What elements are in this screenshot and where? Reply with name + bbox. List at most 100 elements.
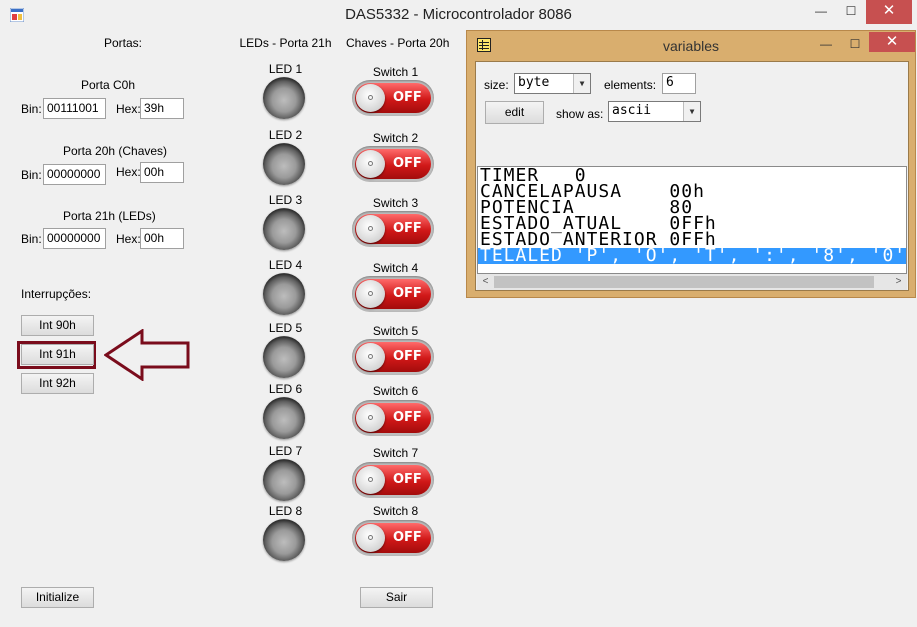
switches-heading: Chaves - Porta 20h — [346, 36, 450, 50]
port-21-hex-field[interactable]: 00h — [140, 228, 184, 249]
edit-button[interactable]: edit — [485, 101, 544, 124]
chevron-down-icon: ▼ — [573, 74, 590, 93]
led-label: LED 2 — [268, 128, 303, 142]
variables-close-button[interactable]: ✕ — [869, 32, 915, 52]
switch-dot-icon — [368, 477, 373, 482]
variables-list[interactable]: TIMER 0 CANCELAPAUSA 00h POTENCIA 80 ESTADO… — [477, 166, 907, 274]
elements-label: elements: — [604, 78, 657, 92]
switch-knob — [356, 215, 385, 243]
switch-state: OFF — [393, 90, 422, 105]
led-label: LED 5 — [268, 321, 303, 335]
variables-body: size: byte ▼ elements: 6 edit show as: a… — [475, 61, 909, 291]
port-20-hex-field[interactable]: 00h — [140, 162, 184, 183]
switch-label: Switch 3 — [372, 196, 419, 210]
scrollbar-thumb[interactable] — [494, 276, 874, 288]
int-92h-button[interactable]: Int 92h — [21, 373, 94, 394]
switch-state: OFF — [393, 349, 422, 364]
switch-track: OFF — [355, 149, 431, 179]
toggle-switch[interactable]: OFF — [352, 211, 434, 247]
horizontal-scrollbar[interactable]: < > — [477, 274, 907, 290]
switch-track: OFF — [355, 403, 431, 433]
port-21-bin-label: Bin: — [21, 232, 42, 246]
led-indicator — [263, 397, 305, 439]
switch-label: Switch 1 — [372, 65, 419, 79]
switch-track: OFF — [355, 523, 431, 553]
port-c0-bin-label: Bin: — [21, 102, 42, 116]
led-label: LED 4 — [268, 258, 303, 272]
led-indicator — [263, 77, 305, 119]
variables-maximize-button[interactable]: ☐ — [841, 33, 869, 57]
switch-track: OFF — [355, 279, 431, 309]
led-label: LED 7 — [268, 444, 303, 458]
switch-track: OFF — [355, 83, 431, 113]
scroll-right-icon[interactable]: > — [890, 274, 907, 290]
led-indicator — [263, 273, 305, 315]
switch-label: Switch 7 — [372, 446, 419, 460]
port-20-hex-label: Hex: — [116, 165, 141, 179]
interrupts-heading: Interrupções: — [21, 287, 92, 301]
port-21-hex-label: Hex: — [116, 232, 141, 246]
switch-dot-icon — [368, 354, 373, 359]
scroll-left-icon[interactable]: < — [477, 274, 494, 290]
port-20-label: Porta 20h (Chaves) — [63, 144, 168, 158]
leds-heading: LEDs - Porta 21h — [239, 36, 332, 50]
switch-label: Switch 6 — [372, 384, 419, 398]
port-20-bin-field[interactable]: 00000000 — [43, 164, 106, 185]
switch-knob — [356, 343, 385, 371]
toggle-switch[interactable]: OFF — [352, 520, 434, 556]
size-select-value: byte — [518, 75, 550, 90]
title-bar: DAS5332 - Microcontrolador 8086 — ☐ ✕ — [0, 0, 917, 30]
switch-knob — [356, 280, 385, 308]
toggle-switch[interactable]: OFF — [352, 462, 434, 498]
maximize-button[interactable]: ☐ — [837, 0, 865, 24]
switch-track: OFF — [355, 465, 431, 495]
switch-dot-icon — [368, 161, 373, 166]
toggle-switch[interactable]: OFF — [352, 339, 434, 375]
switch-state: OFF — [393, 530, 422, 545]
port-21-bin-field[interactable]: 00000000 — [43, 228, 106, 249]
toggle-switch[interactable]: OFF — [352, 276, 434, 312]
switch-dot-icon — [368, 226, 373, 231]
switch-state: OFF — [393, 472, 422, 487]
switch-dot-icon — [368, 95, 373, 100]
close-button[interactable]: ✕ — [866, 0, 912, 24]
chevron-down-icon: ▼ — [683, 102, 700, 121]
switch-dot-icon — [368, 291, 373, 296]
window-title: DAS5332 - Microcontrolador 8086 — [345, 6, 572, 23]
led-indicator — [263, 336, 305, 378]
switch-knob — [356, 404, 385, 432]
variable-row[interactable]: TELALED 'P', 'O', 'T', ':', '8', '0' — [478, 247, 906, 265]
switch-knob — [356, 84, 385, 112]
switch-dot-icon — [368, 535, 373, 540]
annotation-arrow-icon — [104, 329, 190, 381]
exit-button[interactable]: Sair — [360, 587, 433, 608]
toggle-switch[interactable]: OFF — [352, 146, 434, 182]
switch-knob — [356, 150, 385, 178]
toggle-switch[interactable]: OFF — [352, 400, 434, 436]
switch-label: Switch 5 — [372, 324, 419, 338]
show-as-label: show as: — [556, 107, 604, 121]
toggle-switch[interactable]: OFF — [352, 80, 434, 116]
int-91h-button[interactable]: Int 91h — [21, 344, 94, 365]
minimize-button[interactable]: — — [807, 0, 835, 24]
initialize-button[interactable]: Initialize — [21, 587, 94, 608]
size-select[interactable]: byte ▼ — [514, 73, 591, 94]
port-20-bin-label: Bin: — [21, 168, 42, 182]
port-21-label: Porta 21h (LEDs) — [63, 209, 156, 223]
port-c0-label: Porta C0h — [81, 78, 136, 92]
port-c0-bin-field[interactable]: 00111001 — [43, 98, 106, 119]
switch-state: OFF — [393, 286, 422, 301]
led-indicator — [263, 208, 305, 250]
show-as-select[interactable]: ascii ▼ — [608, 101, 701, 122]
port-c0-hex-field[interactable]: 39h — [140, 98, 184, 119]
led-label: LED 1 — [268, 62, 303, 76]
elements-field[interactable]: 6 — [662, 73, 696, 94]
variables-window: variables — ☐ ✕ size: byte ▼ elements: 6… — [466, 30, 916, 298]
switch-label: Switch 8 — [372, 504, 419, 518]
int-90h-button[interactable]: Int 90h — [21, 315, 94, 336]
switch-state: OFF — [393, 221, 422, 236]
switch-state: OFF — [393, 410, 422, 425]
variables-minimize-button[interactable]: — — [812, 33, 840, 57]
ports-heading: Portas: — [104, 36, 143, 50]
port-c0-hex-label: Hex: — [116, 102, 141, 116]
